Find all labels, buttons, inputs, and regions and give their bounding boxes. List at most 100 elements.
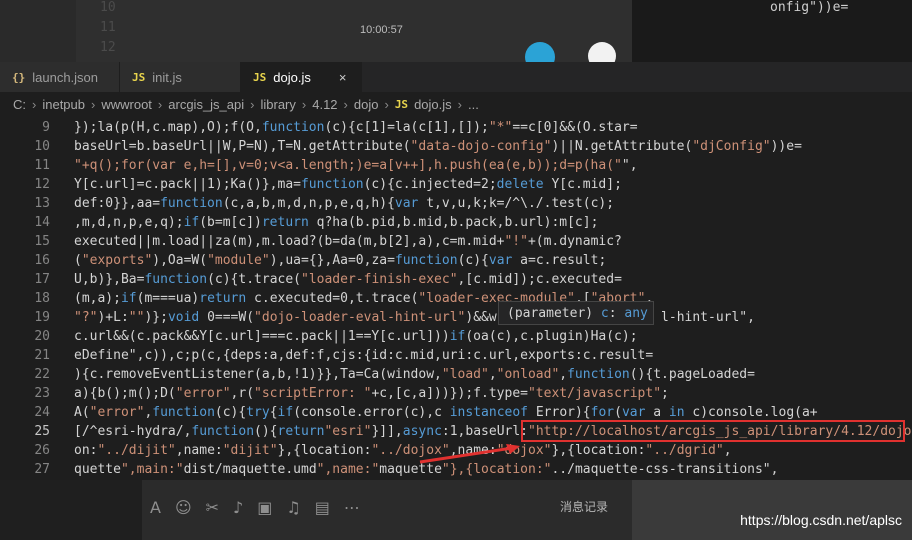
line-number: 24 [34, 405, 50, 420]
tooltip-param: c [600, 305, 609, 321]
code-line[interactable]: 15 executed||m.load||za(m),m.load?(b=da(m… [0, 232, 912, 251]
code-line[interactable]: 10 baseUrl=b.baseUrl||W,P=N),T=N.getAttri… [0, 137, 912, 156]
line-number: 25 [34, 424, 50, 439]
js-file-icon: JS [394, 97, 409, 111]
line-number: 23 [34, 386, 50, 401]
chevron-right-icon: › [457, 96, 462, 112]
json-file-icon: {} [12, 70, 26, 84]
avatar [588, 42, 616, 62]
code-line[interactable]: 17 U,b)},Ba=function(c){t.trace("loader-f… [0, 270, 912, 289]
tab-init-js[interactable]: JS init.js [120, 62, 241, 92]
breadcrumb-item[interactable]: ... [468, 97, 479, 112]
code-line[interactable]: 9 });la(p(H,c.map),O);f(O,function(c){c[1… [0, 118, 912, 137]
chevron-right-icon: › [384, 96, 389, 112]
code-line[interactable]: 19 "?")+L:"")};void 0===W("dojo-loader-ev… [0, 308, 912, 327]
chat-right-panel [632, 480, 912, 540]
screenshot-icon[interactable]: ✂ [206, 498, 219, 517]
font-icon[interactable]: A [150, 498, 161, 517]
tab-label: init.js [152, 69, 182, 85]
code-line[interactable]: 11 "+q();for(var e,h=[],v=0;v<a.length;)e… [0, 156, 912, 175]
code-text: "+q();for(var e,h=[],v=0;v<a.length;)e=a… [74, 158, 638, 173]
line-number: 21 [34, 348, 50, 363]
bg-code-fragment: onfig"))e= [770, 0, 849, 15]
voice-icon[interactable]: ♪ [233, 498, 243, 517]
tooltip-type: any [624, 305, 648, 321]
line-number: 9 [42, 120, 50, 135]
code-line[interactable]: 18 (m,a);if(m===ua)return c.executed=0,t.… [0, 289, 912, 308]
breadcrumb-item[interactable]: dojo.js [414, 97, 452, 112]
line-number: 16 [34, 253, 50, 268]
breadcrumb-item[interactable]: wwwroot [101, 97, 152, 112]
chat-record-link[interactable]: 消息记录 [560, 498, 608, 515]
code-text: on:"../dijit",name:"dijit"},{location:".… [74, 443, 732, 458]
chevron-right-icon: › [301, 96, 307, 112]
js-file-icon: JS [253, 70, 267, 84]
code-line[interactable]: 12 Y[c.url]=c.pack||1);Ka()},ma=function(… [0, 175, 912, 194]
watermark: https://blog.csdn.net/aplsc [740, 512, 902, 528]
code-text: baseUrl=b.baseUrl||W,P=N),T=N.getAttribu… [74, 139, 802, 154]
code-line[interactable]: 13 def:0}},aa=function(c,a,b,m,d,n,p,e,q,… [0, 194, 912, 213]
chevron-right-icon: › [250, 96, 255, 112]
code-text: ,m,d,n,p,e,q);if(b=m[c])return q?ha(b.pi… [74, 215, 599, 230]
code-text: Y[c.url]=c.pack||1);Ka()},ma=function(c)… [74, 177, 622, 192]
line-number: 22 [34, 367, 50, 382]
line-number: 11 [34, 158, 50, 173]
tab-dojo-js[interactable]: JS dojo.js × [241, 62, 362, 92]
line-number: 13 [34, 196, 50, 211]
line-number: 27 [34, 462, 50, 477]
code-line[interactable]: 14 ,m,d,n,p,e,q);if(b=m[c])return q?ha(b.… [0, 213, 912, 232]
breadcrumb-item[interactable]: inetpub [42, 97, 85, 112]
highlight-box [521, 420, 905, 442]
tab-launch-json[interactable]: {} launch.json [0, 62, 120, 92]
arrow-icon [419, 444, 520, 464]
chat-left-panel [0, 480, 142, 540]
chat-input-bar: A ☺ ✂ ♪ ▣ ♫ ▤ ⋯ 消息记录 https://blog.csdn.n… [0, 480, 912, 540]
code-text: ("exports"),Oa=W("module"),ua={},Aa=0,za… [74, 253, 607, 268]
music-icon[interactable]: ♫ [286, 498, 300, 517]
line-number: 20 [34, 329, 50, 344]
code-text: U,b)},Ba=function(c){t.trace("loader-fin… [74, 272, 622, 287]
tooltip-prefix: (parameter) [507, 305, 594, 321]
js-file-icon: JS [132, 70, 146, 84]
breadcrumb-item[interactable]: dojo [354, 97, 379, 112]
folder-icon[interactable]: ▤ [315, 498, 330, 517]
line-number: 10 [34, 139, 50, 154]
breadcrumb-item[interactable]: arcgis_js_api [168, 97, 244, 112]
chevron-right-icon: › [91, 96, 96, 112]
background-window: 10 11 12 10:00:57 onfig"))e= [0, 0, 912, 62]
emoji-icon[interactable]: ☺ [175, 498, 192, 517]
breadcrumb-item[interactable]: library [260, 97, 295, 112]
code-text: });la(p(H,c.map),O);f(O,function(c){c[1]… [74, 120, 638, 135]
editor-tab-bar: {} launch.json JS init.js JS dojo.js × [0, 62, 912, 92]
code-text: a){b();m();D("error",r("scriptError: "+c… [74, 386, 669, 401]
chat-time: 10:00:57 [360, 24, 403, 36]
line-number: 26 [34, 443, 50, 458]
code-line[interactable]: 23 a){b();m();D("error",r("scriptError: "… [0, 384, 912, 403]
breadcrumb-item[interactable]: C: [13, 97, 26, 112]
chat-toolbar: A ☺ ✂ ♪ ▣ ♫ ▤ ⋯ [150, 498, 360, 517]
code-line[interactable]: 16 ("exports"),Oa=W("module"),ua={},Aa=0,… [0, 251, 912, 270]
code-text: eDefine",c)),c;p(c,{deps:a,def:f,cjs:{id… [74, 348, 654, 363]
image-icon[interactable]: ▣ [257, 498, 272, 517]
more-icon[interactable]: ⋯ [344, 498, 360, 517]
bg-line-number: 12 [100, 40, 116, 55]
code-text: ){c.removeEventListener(a,b,!1)}},Ta=Ca(… [74, 367, 755, 382]
breadcrumb-item[interactable]: 4.12 [312, 97, 337, 112]
bg-line-number: 10 [100, 0, 116, 15]
line-number: 18 [34, 291, 50, 306]
line-number: 12 [34, 177, 50, 192]
hover-tooltip: (parameter) c: any [498, 301, 654, 325]
breadcrumb: C: › inetpub › wwwroot › arcgis_js_api › lib… [0, 92, 912, 116]
tooltip-sep: : [608, 305, 617, 321]
code-line[interactable]: 22 ){c.removeEventListener(a,b,!1)}},Ta=C… [0, 365, 912, 384]
code-line[interactable]: 21 eDefine",c)),c;p(c,{deps:a,def:f,cjs:{… [0, 346, 912, 365]
close-icon[interactable]: × [339, 70, 347, 85]
chevron-right-icon: › [32, 96, 37, 112]
line-number: 19 [34, 310, 50, 325]
bg-line-number: 11 [100, 20, 116, 35]
chevron-right-icon: › [157, 96, 163, 112]
code-text: c.url&&(c.pack&&Y[c.url]===c.pack||1==Y[… [74, 329, 638, 344]
tab-label: launch.json [32, 69, 99, 85]
code-line[interactable]: 20 c.url&&(c.pack&&Y[c.url]===c.pack||1==… [0, 327, 912, 346]
chevron-right-icon: › [343, 96, 348, 112]
